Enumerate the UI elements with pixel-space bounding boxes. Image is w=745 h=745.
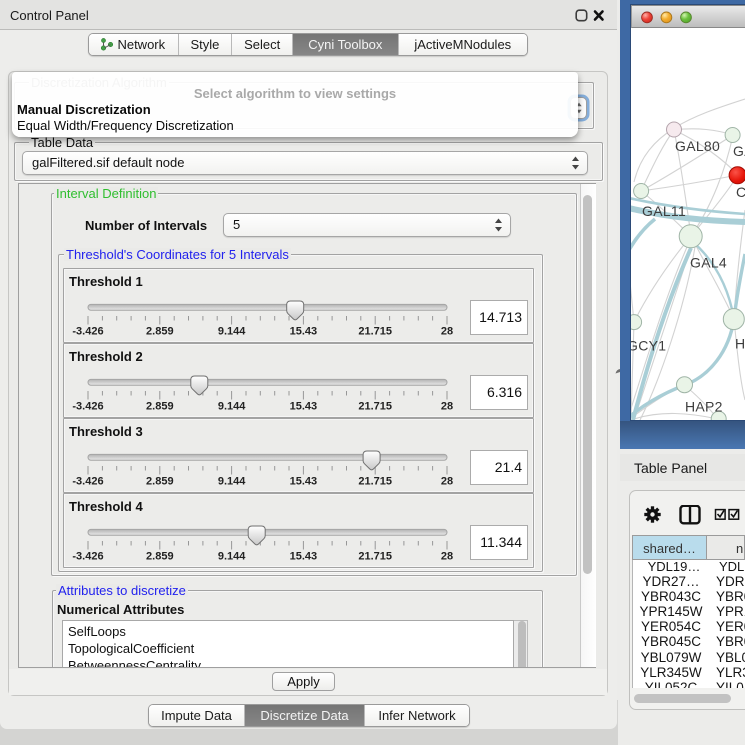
svg-text:GAL4: GAL4 bbox=[690, 255, 727, 271]
svg-text:-3.426: -3.426 bbox=[72, 326, 103, 338]
svg-text:15.43: 15.43 bbox=[290, 551, 318, 563]
svg-text:15.43: 15.43 bbox=[290, 401, 318, 413]
svg-text:GCY1: GCY1 bbox=[631, 338, 666, 354]
svg-text:GA: GA bbox=[733, 143, 745, 159]
svg-text:-3.426: -3.426 bbox=[72, 476, 103, 488]
svg-text:-3.426: -3.426 bbox=[72, 401, 103, 413]
svg-text:15.43: 15.43 bbox=[290, 476, 318, 488]
svg-text:2.859: 2.859 bbox=[146, 551, 174, 563]
svg-text:15.43: 15.43 bbox=[290, 326, 318, 338]
svg-text:-3.426: -3.426 bbox=[72, 551, 103, 563]
svg-text:21.715: 21.715 bbox=[358, 476, 392, 488]
svg-text:9.144: 9.144 bbox=[218, 326, 246, 338]
svg-text:28: 28 bbox=[441, 326, 453, 338]
svg-text:H: H bbox=[735, 336, 745, 352]
svg-text:9.144: 9.144 bbox=[218, 401, 246, 413]
svg-text:28: 28 bbox=[441, 551, 453, 563]
svg-text:GAL11: GAL11 bbox=[642, 203, 686, 219]
svg-text:28: 28 bbox=[441, 476, 453, 488]
svg-text:21.715: 21.715 bbox=[358, 551, 392, 563]
svg-text:C: C bbox=[736, 184, 745, 200]
svg-text:21.715: 21.715 bbox=[358, 326, 392, 338]
svg-text:9.144: 9.144 bbox=[218, 551, 246, 563]
svg-text:21.715: 21.715 bbox=[358, 401, 392, 413]
svg-text:28: 28 bbox=[441, 401, 453, 413]
svg-text:2.859: 2.859 bbox=[146, 476, 174, 488]
svg-text:GAL80: GAL80 bbox=[675, 138, 720, 154]
svg-text:9.144: 9.144 bbox=[218, 476, 246, 488]
svg-text:2.859: 2.859 bbox=[146, 401, 174, 413]
svg-text:2.859: 2.859 bbox=[146, 326, 174, 338]
svg-text:HAP2: HAP2 bbox=[685, 399, 723, 415]
